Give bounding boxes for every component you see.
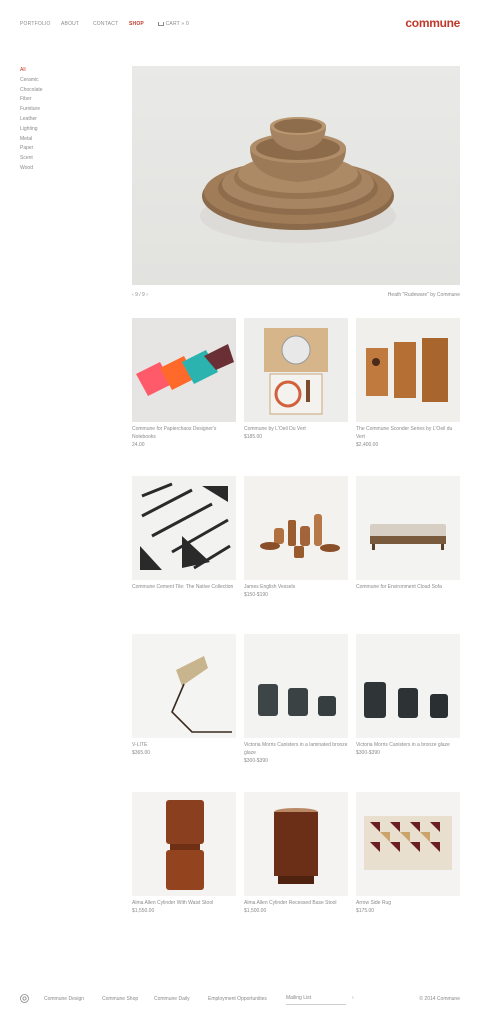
product-price: $1,550.00 xyxy=(132,907,155,914)
hero-caption: Heath "Rudeware" by Commune xyxy=(387,292,460,298)
product-tile[interactable]: The Commune Sconder Series by L'Oeil du … xyxy=(356,318,460,449)
product-price: $185.00 xyxy=(244,433,263,440)
product-tile[interactable]: Alma Allen Cylinder With Waist Stool $1,… xyxy=(132,792,236,916)
product-price: $175.00 xyxy=(356,907,375,914)
sidebar-item-chocolate[interactable]: Chocolate xyxy=(20,86,100,96)
product-tile[interactable]: Commune for Papierchaos Designer's Noteb… xyxy=(132,318,236,449)
product-name[interactable]: Commune for Papierchaos Designer's Noteb… xyxy=(132,426,236,442)
product-price: $365.00 xyxy=(132,749,151,756)
mailing-list-label: Mailing List xyxy=(286,995,312,1001)
sidebar-item-leather[interactable]: Leather xyxy=(20,115,100,125)
nav-cart[interactable]: CART » 0 xyxy=(158,21,189,27)
product-tile[interactable]: Commune by L'Oeil Du Vert $185.00 xyxy=(244,318,348,442)
sidebar-item-paper[interactable]: Paper xyxy=(20,144,100,154)
brand-logo[interactable]: commune xyxy=(405,16,460,30)
product-tile[interactable]: Arrow Side Rug $175.00 xyxy=(356,792,460,916)
product-image[interactable] xyxy=(244,476,348,580)
product-tile[interactable]: Victoria Morris Canisters in a laminated… xyxy=(244,634,348,765)
product-name[interactable]: Commune by L'Oeil Du Vert xyxy=(244,426,348,434)
footer-link-employment[interactable]: Employment Opportunities xyxy=(208,996,267,1002)
sidebar-item-ceramic[interactable]: Ceramic xyxy=(20,76,100,86)
product-price: 24.00 xyxy=(132,441,145,448)
product-tile[interactable]: Alma Allen Cylinder Recessed Base Stool … xyxy=(244,792,348,916)
sidebar-item-metal[interactable]: Metal xyxy=(20,135,100,145)
cart-label: CART xyxy=(165,21,180,27)
hero-pager-count: 9 / 9 xyxy=(135,292,145,298)
product-image[interactable] xyxy=(132,318,236,422)
product-price: $1,500.00 xyxy=(244,907,267,914)
product-image[interactable] xyxy=(356,318,460,422)
product-name[interactable]: Victoria Morris Canisters in a bronze gl… xyxy=(356,742,460,750)
sidebar-item-furniture[interactable]: Furniture xyxy=(20,105,100,115)
product-name[interactable]: Alma Allen Cylinder Recessed Base Stool xyxy=(244,900,348,908)
cart-icon xyxy=(158,21,164,26)
product-tile[interactable]: Commune Cement Tile: The Native Collecti… xyxy=(132,476,236,592)
product-name[interactable]: Alma Allen Cylinder With Waist Stool xyxy=(132,900,236,908)
mailing-list-input[interactable]: Mailing List xyxy=(286,995,346,1005)
product-tile[interactable]: V-LITE $365.00 xyxy=(132,634,236,758)
product-tile[interactable]: Commune for Environment Cloud Sofa xyxy=(356,476,460,592)
product-image[interactable] xyxy=(244,792,348,896)
sidebar-item-scent[interactable]: Scent xyxy=(20,154,100,164)
product-name[interactable]: Commune for Environment Cloud Sofa xyxy=(356,584,460,592)
product-name[interactable]: Arrow Side Rug xyxy=(356,900,460,908)
footer-link-commune-design[interactable]: Commune Design xyxy=(44,996,84,1002)
product-image[interactable] xyxy=(356,634,460,738)
hero-image[interactable] xyxy=(132,66,460,285)
footer-link-commune-shop[interactable]: Commune Shop xyxy=(102,996,138,1002)
stacked-plates-illustration xyxy=(200,117,396,243)
footer-link-commune-daily[interactable]: Commune Daily xyxy=(154,996,190,1002)
product-price: $300-$390 xyxy=(356,749,380,756)
copyright: © 2014 Commune xyxy=(419,996,460,1002)
next-arrow-icon[interactable]: › xyxy=(146,292,148,298)
hero-pager: ‹ 9 / 9 › xyxy=(132,292,148,298)
product-image[interactable] xyxy=(132,476,236,580)
product-name[interactable]: Commune Cement Tile: The Native Collecti… xyxy=(132,584,236,592)
product-image[interactable] xyxy=(356,476,460,580)
nav-shop[interactable]: SHOP xyxy=(129,21,144,27)
nav-portfolio[interactable]: PORTFOLIO xyxy=(20,21,51,27)
product-tile[interactable]: James English Vessels $150-$190 xyxy=(244,476,348,600)
category-sidebar: All Ceramic Chocolate Fiber Furniture Le… xyxy=(20,66,100,174)
product-image[interactable] xyxy=(356,792,460,896)
product-image[interactable] xyxy=(132,634,236,738)
sidebar-item-lighting[interactable]: Lighting xyxy=(20,125,100,135)
product-name[interactable]: V-LITE xyxy=(132,742,236,750)
submit-arrow-icon[interactable]: › xyxy=(352,995,354,1001)
product-price: $150-$190 xyxy=(244,591,268,598)
product-name[interactable]: James English Vessels xyxy=(244,584,348,592)
product-image[interactable] xyxy=(244,318,348,422)
sidebar-item-wood[interactable]: Wood xyxy=(20,164,100,174)
product-name[interactable]: The Commune Sconder Series by L'Oeil du … xyxy=(356,426,460,442)
product-image[interactable] xyxy=(244,634,348,738)
product-name[interactable]: Victoria Morris Canisters in a laminated… xyxy=(244,742,348,758)
cart-count: 0 xyxy=(186,21,189,27)
sidebar-item-fiber[interactable]: Fiber xyxy=(20,95,100,105)
product-image[interactable] xyxy=(132,792,236,896)
prev-arrow-icon[interactable]: ‹ xyxy=(132,292,134,298)
product-price: $2,400.00 xyxy=(356,441,379,448)
product-tile[interactable]: Victoria Morris Canisters in a bronze gl… xyxy=(356,634,460,758)
product-price: $300-$390 xyxy=(244,757,268,764)
instagram-icon[interactable] xyxy=(20,994,29,1003)
sidebar-item-all[interactable]: All xyxy=(20,66,100,76)
nav-about[interactable]: ABOUT xyxy=(61,21,79,27)
nav-contact[interactable]: CONTACT xyxy=(93,21,118,27)
site-footer: Commune Design Commune Shop Commune Dail… xyxy=(0,994,480,1006)
